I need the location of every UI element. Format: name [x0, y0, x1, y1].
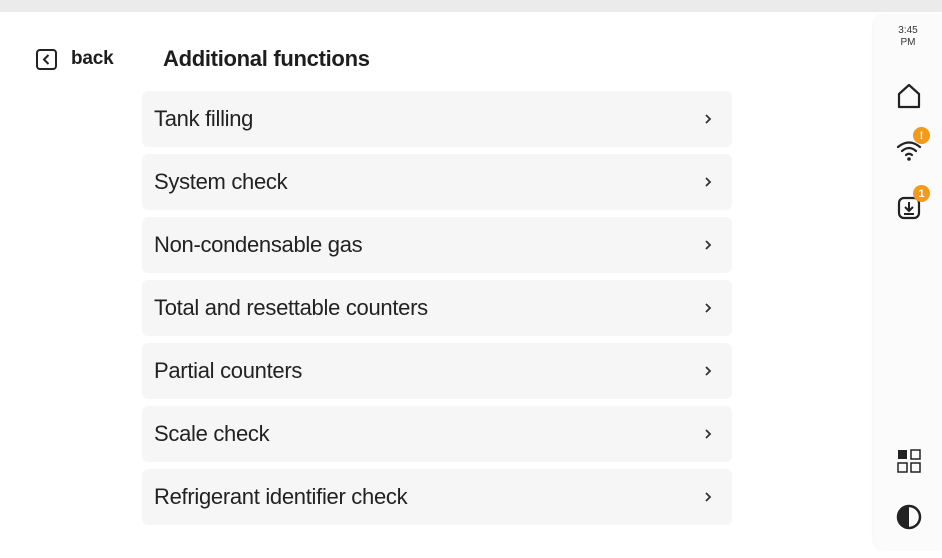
clock: 3:45 PM: [874, 25, 942, 49]
download-icon[interactable]: 1: [894, 185, 930, 223]
chevron-right-icon: [702, 113, 714, 125]
functions-list: Tank filling System check Non-condensabl…: [142, 91, 732, 532]
back-button[interactable]: back: [36, 48, 114, 70]
menu-item-label: Total and resettable counters: [154, 295, 428, 320]
wifi-icon[interactable]: !: [894, 127, 930, 165]
menu-item-label: System check: [154, 169, 288, 194]
menu-item-label: Refrigerant identifier check: [154, 484, 408, 509]
apps-grid-icon[interactable]: [894, 446, 924, 476]
menu-item-tank-filling[interactable]: Tank filling: [142, 91, 732, 147]
menu-item-system-check[interactable]: System check: [142, 154, 732, 210]
menu-item-refrigerant-identifier-check[interactable]: Refrigerant identifier check: [142, 469, 732, 525]
home-icon[interactable]: [894, 81, 924, 111]
clock-time: 3:45: [898, 25, 918, 36]
menu-item-label: Partial counters: [154, 358, 303, 383]
back-label: back: [71, 48, 114, 69]
chevron-left-icon: [36, 48, 57, 70]
menu-item-scale-check[interactable]: Scale check: [142, 406, 732, 462]
contrast-icon[interactable]: [894, 502, 924, 532]
chevron-right-icon: [702, 176, 714, 188]
sidebar: 3:45 PM ! 1: [874, 15, 942, 550]
menu-item-non-condensable-gas[interactable]: Non-condensable gas: [142, 217, 732, 273]
menu-item-total-counters[interactable]: Total and resettable counters: [142, 280, 732, 336]
page-title: Additional functions: [163, 46, 370, 71]
wifi-alert-badge: !: [913, 127, 930, 144]
menu-item-partial-counters[interactable]: Partial counters: [142, 343, 732, 399]
chevron-right-icon: [702, 491, 714, 503]
menu-item-label: Tank filling: [154, 106, 254, 131]
chevron-right-icon: [702, 239, 714, 251]
chevron-right-icon: [702, 302, 714, 314]
download-count-badge: 1: [913, 185, 930, 202]
menu-item-label: Scale check: [154, 421, 270, 446]
chevron-right-icon: [702, 365, 714, 377]
screen: back Additional functions Tank filling S…: [0, 12, 942, 558]
menu-item-label: Non-condensable gas: [154, 232, 363, 257]
clock-ampm: PM: [900, 37, 916, 48]
chevron-right-icon: [702, 428, 714, 440]
